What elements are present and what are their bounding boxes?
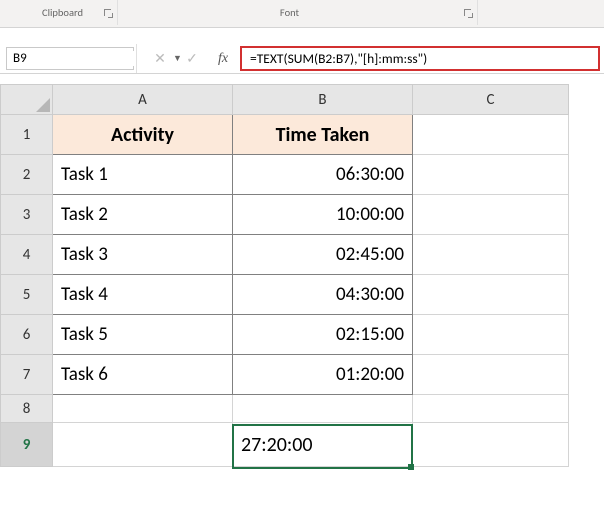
column-header-B[interactable]: B: [233, 85, 413, 115]
cancel-formula-button[interactable]: ✕: [144, 44, 176, 73]
cell-C2[interactable]: [413, 155, 569, 195]
cell-B1[interactable]: Time Taken: [233, 115, 413, 155]
formula-input[interactable]: [248, 49, 592, 68]
cell-C3[interactable]: [413, 195, 569, 235]
cell-C4[interactable]: [413, 235, 569, 275]
select-all-corner[interactable]: [1, 85, 53, 115]
formula-highlight: [240, 46, 600, 71]
ribbon-label-font: Font: [118, 6, 461, 19]
cell-B2[interactable]: 06:30:00: [233, 155, 413, 195]
row-header-8[interactable]: 8: [1, 395, 53, 423]
cell-B4[interactable]: 02:45:00: [233, 235, 413, 275]
ribbon-group-clipboard: Format Painter Clipboard: [0, 0, 118, 25]
cell-A1[interactable]: Activity: [53, 115, 233, 155]
cell-C8[interactable]: [413, 395, 569, 423]
cell-A6[interactable]: Task 5: [53, 315, 233, 355]
cell-C5[interactable]: [413, 275, 569, 315]
dialog-launcher-icon[interactable]: [461, 6, 475, 20]
row-header-2[interactable]: 2: [1, 155, 53, 195]
cell-C6[interactable]: [413, 315, 569, 355]
row-header-3[interactable]: 3: [1, 195, 53, 235]
formula-bar: ▼ ✕ ✓ fx: [0, 44, 604, 74]
cell-B3[interactable]: 10:00:00: [233, 195, 413, 235]
row-header-6[interactable]: 6: [1, 315, 53, 355]
row-header-1[interactable]: 1: [1, 115, 53, 155]
cell-B7[interactable]: 01:20:00: [233, 355, 413, 395]
column-header-C[interactable]: C: [413, 85, 569, 115]
cell-A5[interactable]: Task 4: [53, 275, 233, 315]
cell-C9[interactable]: [413, 423, 569, 467]
worksheet-grid[interactable]: A B C 1 Activity Time Taken 2 Task 1 06:…: [0, 84, 604, 467]
separator: [136, 44, 144, 73]
row-header-9[interactable]: 9: [1, 423, 53, 467]
cell-C7[interactable]: [413, 355, 569, 395]
cell-B6[interactable]: 02:15:00: [233, 315, 413, 355]
cell-A2[interactable]: Task 1: [53, 155, 233, 195]
row-header-7[interactable]: 7: [1, 355, 53, 395]
ribbon-group-font: Font: [118, 0, 478, 25]
fx-icon[interactable]: fx: [208, 44, 238, 73]
cell-A8[interactable]: [53, 395, 233, 423]
cell-C1[interactable]: [413, 115, 569, 155]
ribbon-label-clipboard: Clipboard: [24, 6, 101, 19]
dialog-launcher-icon[interactable]: [101, 6, 115, 20]
cell-A3[interactable]: Task 2: [53, 195, 233, 235]
column-header-A[interactable]: A: [53, 85, 233, 115]
cell-A9[interactable]: [53, 423, 233, 467]
ribbon-group-labels: Format Painter Clipboard Font: [0, 0, 604, 28]
cell-B5[interactable]: 04:30:00: [233, 275, 413, 315]
cell-A7[interactable]: Task 6: [53, 355, 233, 395]
row-header-4[interactable]: 4: [1, 235, 53, 275]
row-header-5[interactable]: 5: [1, 275, 53, 315]
cell-A4[interactable]: Task 3: [53, 235, 233, 275]
enter-formula-button[interactable]: ✓: [176, 44, 208, 73]
cell-B9[interactable]: 27:20:00: [233, 423, 413, 467]
name-box[interactable]: ▼: [6, 47, 134, 70]
cell-B8[interactable]: [233, 395, 413, 423]
